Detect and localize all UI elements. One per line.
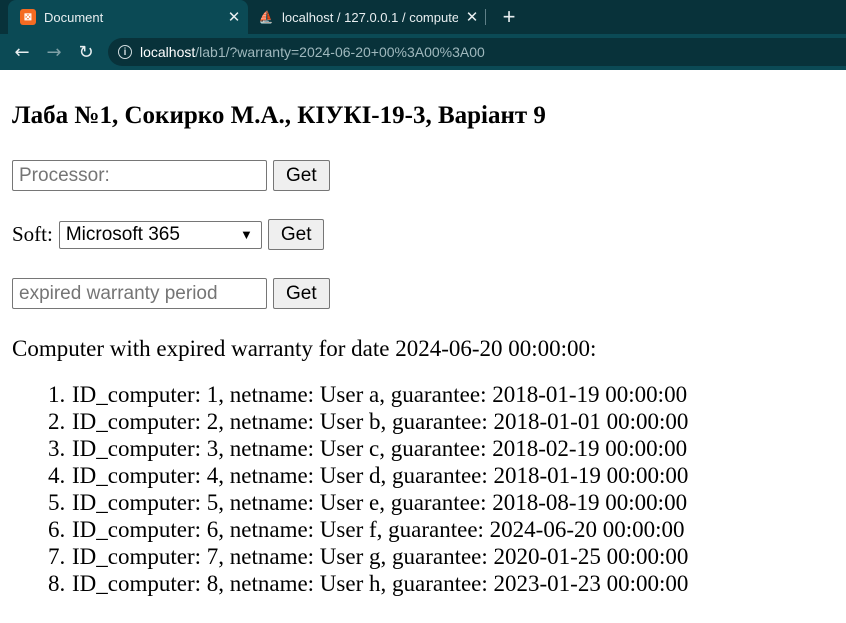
soft-select-value: Microsoft 365 <box>65 223 180 245</box>
list-item: ID_computer: 5, netname: User e, guarant… <box>71 489 834 516</box>
xampp-icon: ⊠ <box>20 9 36 25</box>
list-item: ID_computer: 4, netname: User d, guarant… <box>71 462 834 489</box>
page-title: Лаба №1, Сокирко М.А., КІУКІ-19-3, Варіа… <box>12 102 546 129</box>
reload-button[interactable]: ↻ <box>70 36 102 68</box>
list-item: ID_computer: 1, netname: User a, guarant… <box>71 381 834 408</box>
forward-button[interactable]: → <box>38 36 70 68</box>
soft-select[interactable]: Microsoft 365 ▼ <box>58 220 262 249</box>
processor-input[interactable]: Processor: <box>12 160 267 191</box>
warranty-form: expired warranty period Get <box>12 278 834 309</box>
tab-phpmyadmin[interactable]: ⛵ localhost / 127.0.0.1 / computer | ✕ <box>248 0 486 34</box>
tab-bar: ⊠ Document ✕ ⛵ localhost / 127.0.0.1 / c… <box>0 0 846 34</box>
tab-title: localhost / 127.0.0.1 / computer | <box>282 9 458 25</box>
results-list: ID_computer: 1, netname: User a, guarant… <box>12 381 834 597</box>
soft-form: Soft: Microsoft 365 ▼ Get <box>12 219 834 250</box>
info-icon[interactable]: i <box>118 45 132 59</box>
phpmyadmin-icon: ⛵ <box>258 10 274 24</box>
close-icon[interactable]: ✕ <box>458 8 486 26</box>
url-path: /lab1/?warranty=2024-06-20+00%3A00%3A00 <box>195 44 485 60</box>
processor-form: Processor: Get <box>12 160 834 191</box>
tab-separator <box>485 9 486 25</box>
url-host: localhost <box>140 44 196 60</box>
list-item: ID_computer: 2, netname: User b, guarant… <box>71 408 834 435</box>
browser-toolbar: ← → ↻ i localhost/lab1/?warranty=2024-06… <box>0 34 846 70</box>
address-bar[interactable]: i localhost/lab1/?warranty=2024-06-20+00… <box>108 38 846 66</box>
back-button[interactable]: ← <box>6 36 38 68</box>
new-tab-button[interactable]: + <box>496 4 522 30</box>
warranty-get-button[interactable]: Get <box>273 278 330 309</box>
chevron-down-icon: ▼ <box>239 227 253 242</box>
list-item: ID_computer: 6, netname: User f, guarant… <box>71 516 834 543</box>
page-content: Лаба №1, Сокирко М.А., КІУКІ-19-3, Варіа… <box>0 101 846 597</box>
list-item: ID_computer: 3, netname: User c, guarant… <box>71 435 834 462</box>
soft-label: Soft: <box>12 222 53 246</box>
list-item: ID_computer: 7, netname: User g, guarant… <box>71 543 834 570</box>
soft-get-button[interactable]: Get <box>267 219 325 250</box>
result-heading: Computer with expired warranty for date … <box>12 336 597 361</box>
processor-get-button[interactable]: Get <box>273 160 330 191</box>
tab-title: Document <box>44 9 104 25</box>
warranty-input[interactable]: expired warranty period <box>12 278 267 309</box>
list-item: ID_computer: 8, netname: User h, guarant… <box>71 570 834 597</box>
tab-document[interactable]: ⊠ Document ✕ <box>8 0 248 34</box>
close-icon[interactable]: ✕ <box>220 8 248 26</box>
